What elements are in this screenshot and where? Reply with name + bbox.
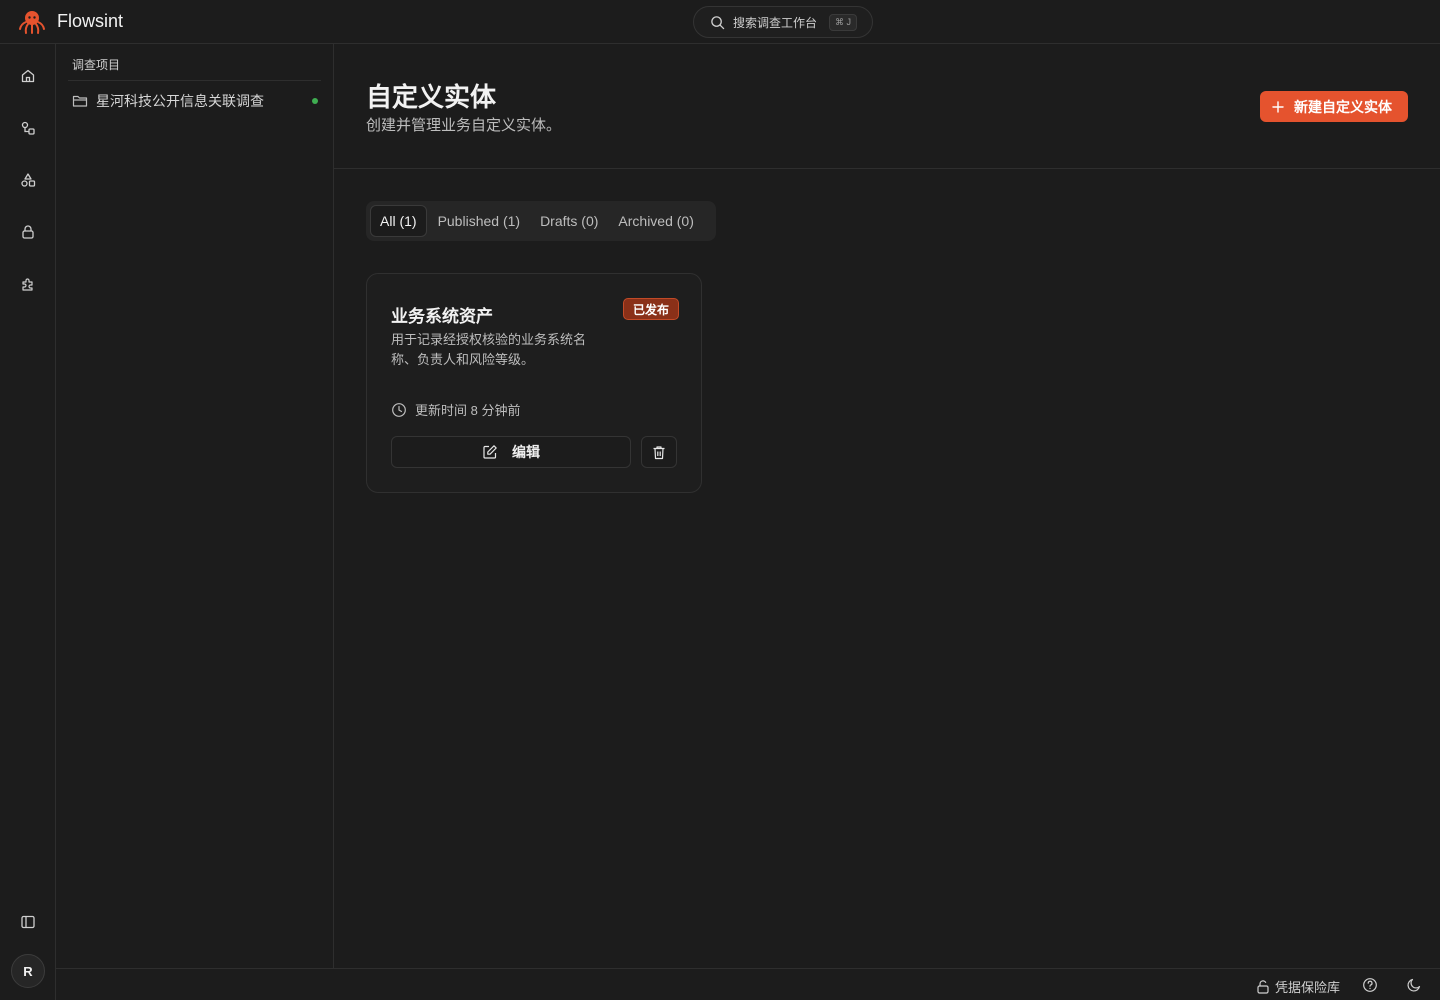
- theme-toggle-icon[interactable]: [1406, 977, 1422, 993]
- status-bar: 凭据保险库: [56, 968, 1440, 1000]
- clock-icon: [391, 402, 407, 418]
- status-tabs: All (1) Published (1) Drafts (0) Archive…: [366, 201, 716, 241]
- page-title: 自定义实体: [366, 82, 497, 112]
- status-badge: 已发布: [623, 298, 680, 320]
- home-icon[interactable]: [14, 62, 42, 90]
- credential-vault-button[interactable]: 凭据保险库: [1256, 977, 1340, 996]
- shapes-icon[interactable]: [14, 166, 42, 194]
- tab-published[interactable]: Published (1): [429, 205, 530, 237]
- edit-label: 编辑: [512, 444, 540, 460]
- search-icon: [710, 15, 725, 30]
- project-item[interactable]: 星河科技公开信息关联调查: [68, 88, 322, 114]
- card-description: 用于记录经授权核验的业务系统名称、负责人和风险等级。: [391, 332, 587, 367]
- plus-icon: [1272, 100, 1284, 113]
- edit-button[interactable]: 编辑: [391, 436, 631, 468]
- tab-archived[interactable]: Archived (0): [609, 205, 702, 237]
- page-subtitle: 创建并管理业务自定义实体。: [366, 117, 562, 134]
- sidebar-toggle-icon[interactable]: [14, 908, 42, 936]
- lock-icon[interactable]: [14, 218, 42, 246]
- new-button-label: 新建自定义实体: [1294, 98, 1392, 115]
- vault-label: 凭据保险库: [1275, 980, 1341, 995]
- unlock-icon: [1256, 979, 1270, 994]
- main-content: 自定义实体 创建并管理业务自定义实体。 新建自定义实体 All (1) Publ…: [334, 44, 1440, 968]
- puzzle-icon[interactable]: [14, 270, 42, 298]
- updated-text: 更新时间 8 分钟前: [415, 403, 521, 418]
- delete-button[interactable]: [641, 436, 677, 468]
- header-divider: [334, 168, 1440, 169]
- app-title: Flowsint: [57, 11, 124, 31]
- flow-icon[interactable]: [14, 114, 42, 142]
- search-shortcut: ⌘ J: [829, 13, 858, 31]
- entity-card: 业务系统资产 已发布 用于记录经授权核验的业务系统名称、负责人和风险等级。 更新…: [366, 273, 702, 493]
- tab-drafts[interactable]: Drafts (0): [531, 205, 607, 237]
- edit-icon: [482, 444, 498, 460]
- help-icon[interactable]: [1362, 977, 1378, 993]
- projects-heading: 调查项目: [72, 58, 121, 72]
- divider: [68, 80, 321, 81]
- card-updated: 更新时间 8 分钟前: [391, 400, 520, 419]
- icon-rail: R: [0, 44, 56, 1000]
- trash-icon: [652, 445, 666, 460]
- project-name: 星河科技公开信息关联调查: [96, 93, 264, 109]
- tab-all[interactable]: All (1): [370, 205, 427, 237]
- folder-icon: [72, 94, 88, 108]
- card-title: 业务系统资产: [391, 307, 493, 326]
- status-dot: [312, 98, 318, 104]
- user-avatar[interactable]: R: [11, 954, 45, 988]
- search-label: 搜索调查工作台: [733, 15, 818, 30]
- projects-panel: 调查项目 星河科技公开信息关联调查: [56, 44, 334, 968]
- new-custom-entity-button[interactable]: 新建自定义实体: [1260, 91, 1408, 122]
- search-bar[interactable]: 搜索调查工作台 ⌘ J: [693, 6, 873, 38]
- octopus-logo-icon[interactable]: [18, 9, 46, 35]
- top-bar: Flowsint 搜索调查工作台 ⌘ J: [0, 0, 1440, 44]
